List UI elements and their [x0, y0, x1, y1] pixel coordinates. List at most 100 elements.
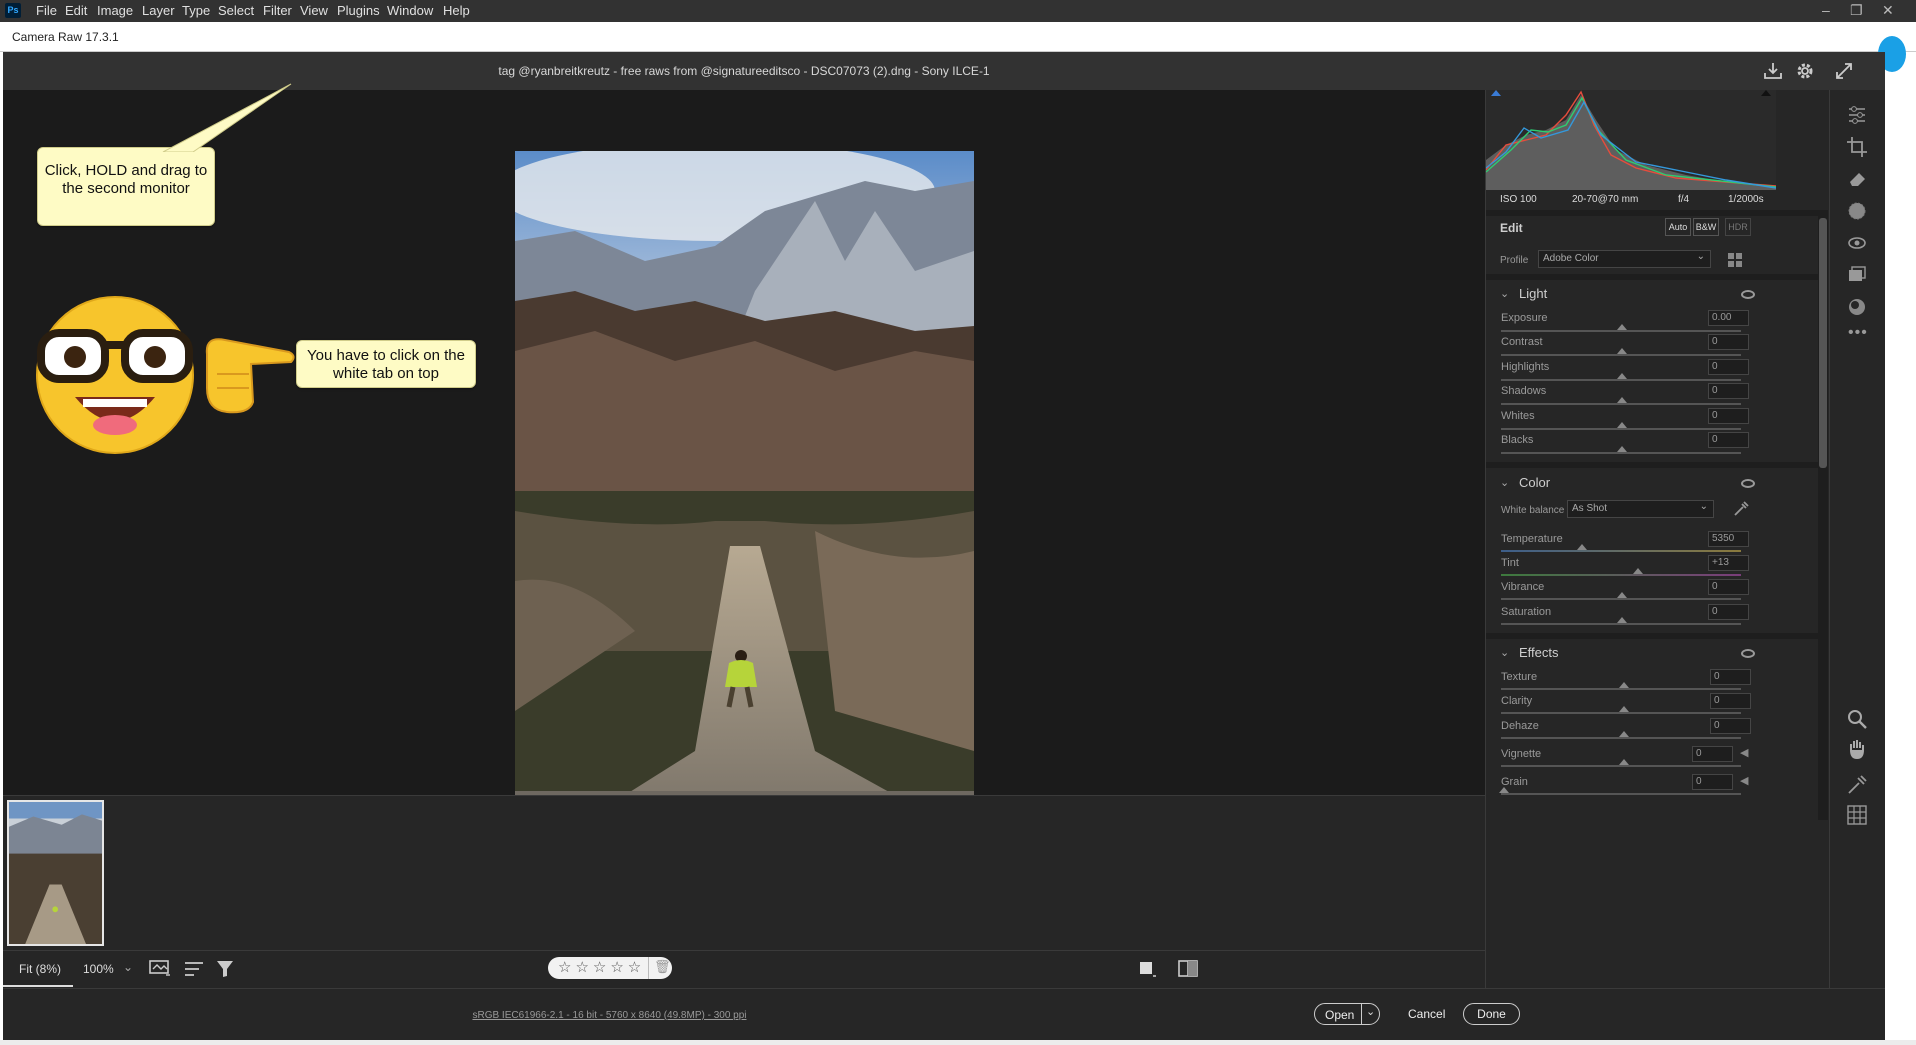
cancel-button[interactable]: Cancel: [1408, 1007, 1445, 1021]
light-section-title[interactable]: Light: [1519, 286, 1547, 301]
texture-slider-thumb[interactable]: [1619, 682, 1629, 688]
highlights-slider[interactable]: [1501, 379, 1741, 381]
edit-sliders-icon[interactable]: [1846, 104, 1868, 126]
star-rating[interactable]: ☆☆☆☆☆ 🗑: [548, 957, 672, 979]
contrast-slider-thumb[interactable]: [1617, 348, 1627, 354]
clarity-slider[interactable]: [1501, 712, 1741, 714]
rating-stars-icon[interactable]: ☆☆☆☆☆: [558, 958, 645, 976]
effects-section-title[interactable]: Effects: [1519, 645, 1559, 660]
vibrance-value[interactable]: 0: [1708, 579, 1749, 595]
restore-button[interactable]: ❐: [1850, 2, 1863, 19]
vignette-slider[interactable]: [1501, 765, 1741, 767]
single-view-icon[interactable]: [1138, 960, 1156, 978]
delete-icon[interactable]: 🗑: [654, 959, 671, 975]
light-chevron-icon[interactable]: ⌄: [1500, 287, 1509, 300]
color-visibility-eye-icon[interactable]: [1741, 479, 1755, 488]
whites-slider-thumb[interactable]: [1617, 422, 1627, 428]
menu-layer[interactable]: Layer: [142, 3, 175, 18]
menu-plugins[interactable]: Plugins: [337, 3, 380, 18]
menu-window[interactable]: Window: [387, 3, 433, 18]
shadows-slider-thumb[interactable]: [1617, 397, 1627, 403]
profile-browser-icon[interactable]: [1727, 252, 1743, 268]
contrast-slider[interactable]: [1501, 354, 1741, 356]
saturation-slider-thumb[interactable]: [1617, 617, 1627, 623]
before-after-icon[interactable]: [1178, 959, 1200, 979]
dehaze-value[interactable]: 0: [1710, 718, 1751, 734]
camera-raw-tab[interactable]: Camera Raw 17.3.1: [0, 22, 1916, 52]
effects-chevron-icon[interactable]: ⌄: [1500, 646, 1509, 659]
whites-slider[interactable]: [1501, 428, 1741, 430]
sort-icon[interactable]: [183, 960, 205, 978]
zoom-dropdown-icon[interactable]: ⌄: [123, 960, 133, 974]
highlights-value[interactable]: 0: [1708, 359, 1749, 375]
white-balance-select[interactable]: As Shot ⌄: [1567, 500, 1714, 518]
save-icon[interactable]: [1762, 60, 1784, 82]
menu-file[interactable]: File: [36, 3, 57, 18]
exposure-slider[interactable]: [1501, 330, 1741, 332]
blacks-slider-thumb[interactable]: [1617, 446, 1627, 452]
open-button[interactable]: Open: [1325, 1008, 1354, 1022]
grain-expand-icon[interactable]: ◀: [1740, 774, 1748, 787]
texture-value[interactable]: 0: [1710, 669, 1751, 685]
saturation-value[interactable]: 0: [1708, 604, 1749, 620]
dehaze-slider[interactable]: [1501, 737, 1741, 739]
more-options-icon[interactable]: •••: [1848, 324, 1868, 342]
shadows-value[interactable]: 0: [1708, 383, 1749, 399]
red-eye-icon[interactable]: [1846, 232, 1868, 254]
tint-slider[interactable]: [1501, 574, 1741, 576]
vignette-value[interactable]: 0: [1692, 746, 1733, 762]
tint-value[interactable]: +13: [1708, 555, 1749, 571]
clarity-slider-thumb[interactable]: [1619, 706, 1629, 712]
vignette-slider-thumb[interactable]: [1619, 759, 1629, 765]
clarity-value[interactable]: 0: [1710, 693, 1751, 709]
minimize-button[interactable]: –: [1822, 2, 1830, 18]
highlights-slider-thumb[interactable]: [1617, 373, 1627, 379]
auto-button[interactable]: Auto: [1665, 218, 1691, 236]
zoom-icon[interactable]: [1846, 708, 1868, 730]
menu-select[interactable]: Select: [218, 3, 254, 18]
grid-overlay-icon[interactable]: [1846, 804, 1868, 826]
vibrance-slider-thumb[interactable]: [1617, 592, 1627, 598]
gear-icon[interactable]: [1794, 60, 1816, 82]
crop-icon[interactable]: [1846, 136, 1868, 158]
texture-slider[interactable]: [1501, 688, 1741, 690]
fit-zoom-tab[interactable]: Fit (8%): [3, 951, 73, 987]
temperature-slider-thumb[interactable]: [1577, 544, 1587, 550]
bw-button[interactable]: B&W: [1693, 218, 1719, 236]
workflow-options-link[interactable]: sRGB IEC61966-2.1 - 16 bit - 5760 x 8640…: [3, 1010, 1216, 1021]
menu-help[interactable]: Help: [443, 3, 470, 18]
grain-slider-thumb[interactable]: [1499, 787, 1509, 793]
filmstrip-icon[interactable]: [149, 959, 171, 979]
color-chevron-icon[interactable]: ⌄: [1500, 476, 1509, 489]
presets-icon[interactable]: [1846, 264, 1868, 286]
grain-value[interactable]: 0: [1692, 774, 1733, 790]
exposure-value[interactable]: 0.00: [1708, 310, 1749, 326]
blacks-slider[interactable]: [1501, 452, 1741, 454]
close-button[interactable]: ✕: [1882, 2, 1894, 19]
menu-type[interactable]: Type: [182, 3, 210, 18]
color-section-title[interactable]: Color: [1519, 475, 1550, 490]
hand-icon[interactable]: [1846, 738, 1868, 760]
done-button[interactable]: Done: [1463, 1003, 1520, 1025]
tint-slider-thumb[interactable]: [1633, 568, 1643, 574]
menu-image[interactable]: Image: [97, 3, 133, 18]
eyedropper-icon[interactable]: [1732, 500, 1750, 518]
exposure-slider-thumb[interactable]: [1617, 324, 1627, 330]
hdr-button[interactable]: HDR: [1725, 218, 1751, 236]
panel-scrollbar[interactable]: [1818, 210, 1828, 820]
blacks-value[interactable]: 0: [1708, 432, 1749, 448]
masking-icon[interactable]: [1846, 200, 1868, 222]
vignette-expand-icon[interactable]: ◀: [1740, 746, 1748, 759]
shadows-slider[interactable]: [1501, 403, 1741, 405]
filmstrip-thumbnail[interactable]: [7, 800, 104, 946]
menu-view[interactable]: View: [300, 3, 328, 18]
contrast-value[interactable]: 0: [1708, 334, 1749, 350]
fullscreen-icon[interactable]: [1833, 60, 1855, 82]
eraser-icon[interactable]: [1846, 168, 1868, 190]
dehaze-slider-thumb[interactable]: [1619, 731, 1629, 737]
saturation-slider[interactable]: [1501, 623, 1741, 625]
profile-select[interactable]: Adobe Color ⌄: [1538, 250, 1711, 268]
open-options-chevron-icon[interactable]: ⌄: [1366, 1005, 1375, 1018]
image-canvas[interactable]: Click, HOLD and drag to the second monit…: [3, 83, 1485, 839]
grain-slider[interactable]: [1501, 793, 1741, 795]
